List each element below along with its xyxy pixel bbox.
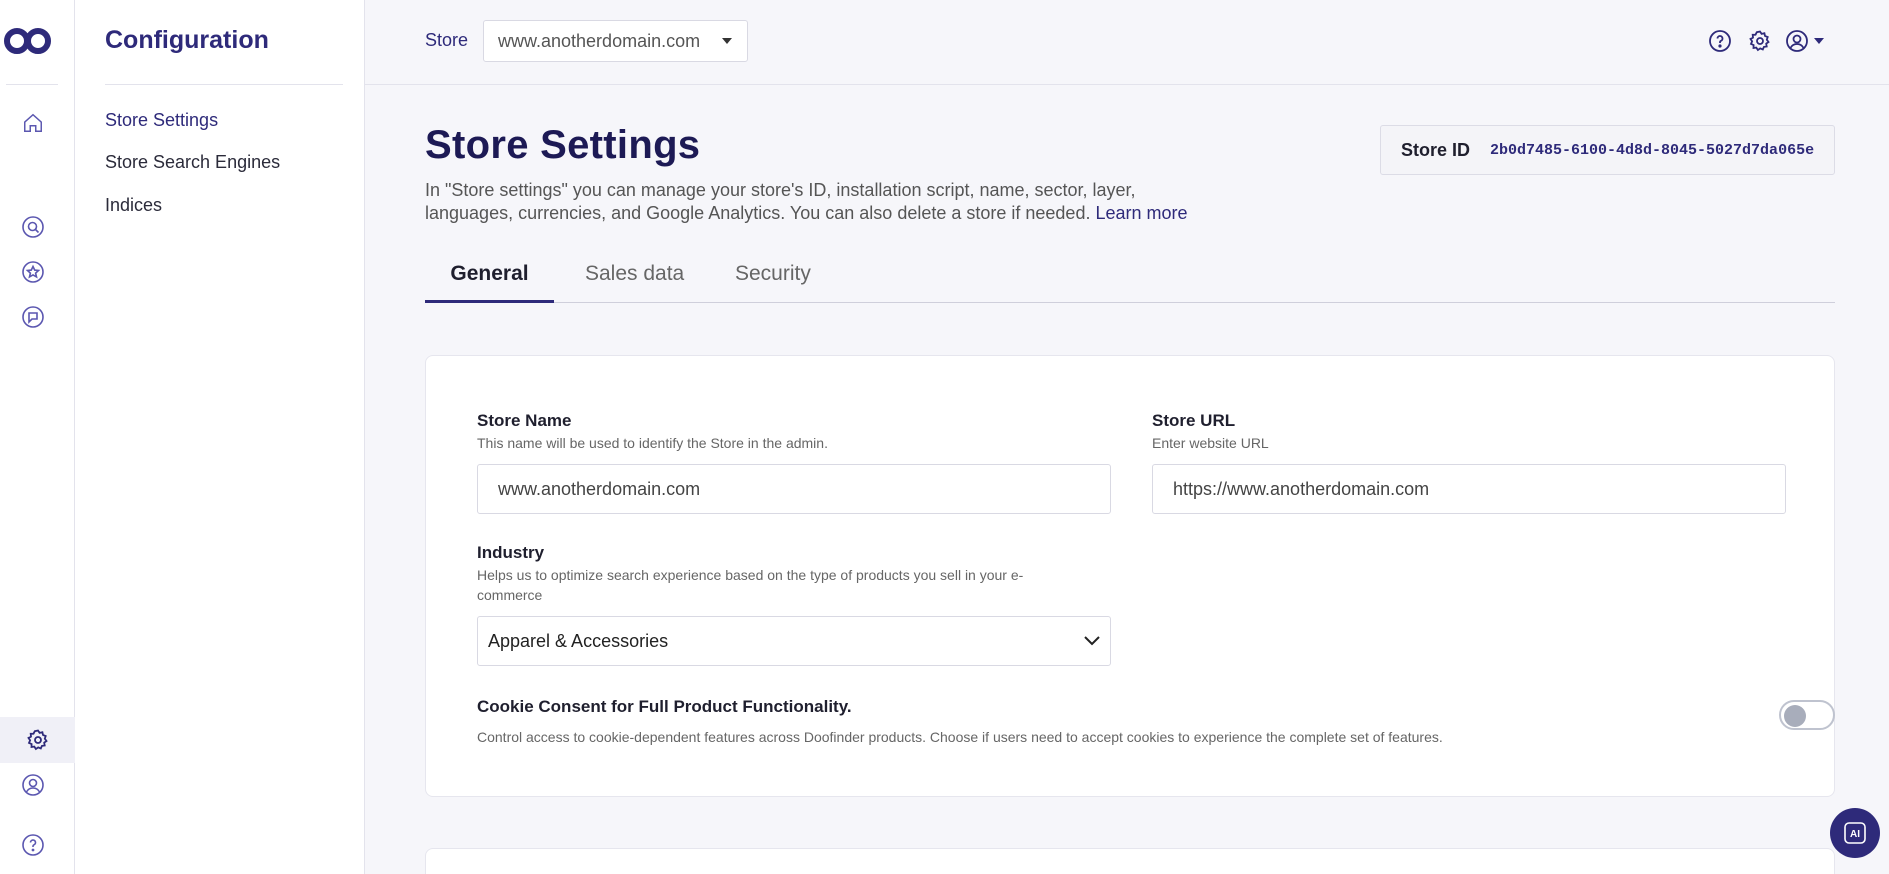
- store-name-help: This name will be used to identify the S…: [477, 435, 828, 451]
- cookie-consent-help: Control access to cookie-dependent featu…: [477, 729, 1443, 745]
- cookie-consent-label: Cookie Consent for Full Product Function…: [477, 697, 852, 716]
- industry-label: Industry: [477, 543, 545, 562]
- industry-select-value: Apparel & Accessories: [488, 630, 669, 651]
- store-selector[interactable]: www.anotherdomain.com: [483, 20, 748, 62]
- store-id-value[interactable]: 2b0d7485-6100-4d8d-8045-5027d7da065e: [1490, 142, 1814, 159]
- user-icon: [1786, 30, 1808, 52]
- tab-sales-data[interactable]: Sales data: [585, 250, 684, 303]
- industry-help: Helps us to optimize search experience b…: [477, 567, 1024, 603]
- sidebar-divider: [105, 84, 343, 85]
- tab-security[interactable]: Security: [735, 250, 811, 303]
- tab-general[interactable]: General: [425, 250, 554, 303]
- store-url-input[interactable]: https://www.anotherdomain.com: [1152, 464, 1786, 514]
- user-icon[interactable]: [18, 770, 48, 800]
- help-icon[interactable]: [1705, 26, 1735, 56]
- ai-label: AI: [1850, 829, 1860, 840]
- sidebar-title: Configuration: [105, 26, 269, 54]
- sidebar-item-store-settings[interactable]: Store Settings: [105, 110, 218, 131]
- store-id-box: Store ID 2b0d7485-6100-4d8d-8045-5027d7d…: [1380, 125, 1835, 175]
- config-sidebar: Configuration Store Settings Store Searc…: [75, 0, 365, 874]
- store-id-label: Store ID: [1401, 139, 1471, 160]
- doofinder-logo[interactable]: [4, 26, 52, 56]
- ai-icon: AI: [1844, 822, 1866, 844]
- page-description-text: In "Store settings" you can manage your …: [425, 180, 1136, 223]
- chevron-down-icon: [1084, 636, 1100, 646]
- star-icon[interactable]: [18, 257, 48, 287]
- top-bar: Store www.anotherdomain.com: [365, 0, 1889, 85]
- general-settings-card: Store Name This name will be used to ide…: [425, 355, 1835, 797]
- secondary-card: [425, 848, 1835, 874]
- main-content: Store Settings In "Store settings" you c…: [365, 85, 1889, 874]
- toggle-knob: [1784, 705, 1806, 727]
- page-description: In "Store settings" you can manage your …: [425, 179, 1225, 225]
- learn-more-link[interactable]: Learn more: [1095, 203, 1187, 223]
- store-url-label: Store URL: [1152, 411, 1236, 430]
- store-label: Store: [425, 30, 469, 50]
- gear-icon[interactable]: [1745, 26, 1775, 56]
- cookie-consent-toggle[interactable]: [1779, 700, 1835, 730]
- rail-divider: [6, 84, 58, 85]
- chat-icon[interactable]: [18, 302, 48, 332]
- store-url-help: Enter website URL: [1152, 435, 1269, 451]
- search-icon[interactable]: [18, 212, 48, 242]
- tab-bar: General Sales data Security: [425, 250, 1835, 303]
- home-icon[interactable]: [18, 108, 48, 138]
- caret-down-icon: [722, 38, 732, 44]
- caret-down-icon: [1814, 38, 1824, 44]
- page-title: Store Settings: [425, 123, 701, 167]
- store-name-label: Store Name: [477, 411, 572, 430]
- ai-assistant-button[interactable]: AI: [1830, 808, 1880, 858]
- store-selector-value: www.anotherdomain.com: [498, 30, 701, 51]
- sidebar-item-store-search-engines[interactable]: Store Search Engines: [105, 152, 280, 173]
- settings-nav-item[interactable]: [0, 717, 75, 763]
- help-icon[interactable]: [18, 830, 48, 860]
- gear-icon: [26, 729, 48, 751]
- store-name-input[interactable]: www.anotherdomain.com: [477, 464, 1111, 514]
- account-menu[interactable]: [1785, 26, 1831, 56]
- industry-select[interactable]: Apparel & Accessories: [477, 616, 1111, 666]
- sidebar-item-indices[interactable]: Indices: [105, 195, 162, 216]
- icon-rail: [0, 0, 75, 874]
